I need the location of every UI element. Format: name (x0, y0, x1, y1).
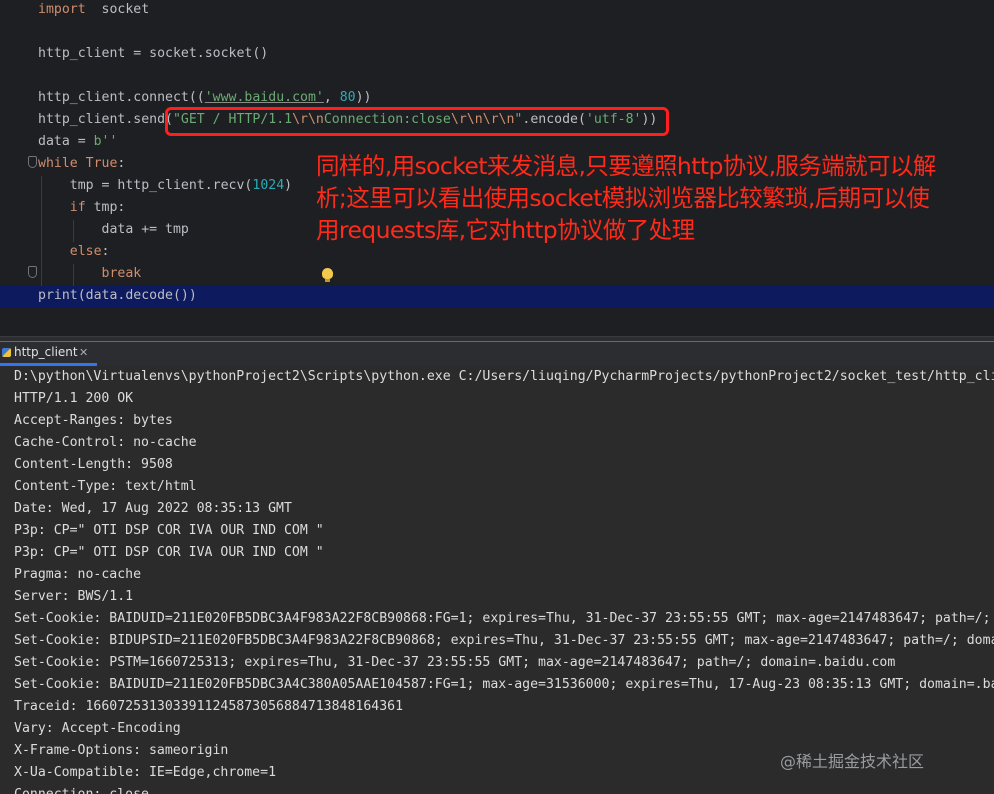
console-line: Set-Cookie: BAIDUID=211E020FB5DBC3A4F983… (14, 611, 991, 626)
console-line: Accept-Ranges: bytes (14, 413, 173, 428)
editor-footer (0, 312, 994, 336)
code-line-text: if tmp: (38, 197, 126, 219)
watermark: @稀土掘金技术社区 (780, 752, 925, 771)
console-line: Content-Type: text/html (14, 479, 197, 494)
code-token: break (101, 266, 142, 281)
annotation-highlight-box (165, 107, 669, 136)
console-line: Content-Length: 9508 (14, 457, 173, 472)
code-token: b'' (93, 134, 118, 149)
code-token: http_client.send( (38, 112, 173, 127)
console-line: Connection: close (14, 784, 149, 794)
code-line-text: data += tmp (38, 219, 189, 241)
console-line: Set-Cookie: BIDUPSID=211E020FB5DBC3A4F98… (14, 633, 994, 648)
indent-guide (73, 220, 74, 242)
python-file-icon (2, 348, 11, 357)
code-editor[interactable]: import socket http_client = socket.socket… (0, 0, 994, 336)
code-token: 80 (339, 90, 356, 105)
console-line: P3p: CP=" OTI DSP COR IVA OUR IND COM " (14, 523, 324, 538)
code-line-text: else: (38, 241, 110, 263)
code-token: tmp = http_client.recv( (38, 178, 253, 193)
code-token: http_client.connect(( (38, 90, 205, 105)
indent-guide (73, 264, 74, 286)
code-token: data = (38, 134, 94, 149)
console-line: Set-Cookie: PSTM=1660725313; expires=Thu… (14, 655, 896, 670)
code-line[interactable]: print(data.decode()) (0, 285, 994, 307)
code-token: , (323, 90, 340, 105)
console-line: P3p: CP=" OTI DSP COR IVA OUR IND COM " (14, 545, 324, 560)
code-line[interactable]: http_client = socket.socket() (0, 43, 994, 65)
code-token: else (69, 244, 102, 259)
code-token: )) (355, 90, 372, 105)
console-line: Pragma: no-cache (14, 567, 142, 582)
code-line-text: import socket (38, 0, 149, 21)
fold-marker-icon[interactable] (28, 156, 37, 168)
run-tool-window-tabbar: http_client ✕ (0, 341, 994, 367)
indent-guide (41, 176, 42, 286)
code-line-text: data = b'' (38, 131, 117, 153)
code-line-text: break (38, 263, 142, 285)
tab-label: http_client (14, 345, 78, 359)
code-token: ) (284, 178, 293, 193)
code-line-text: while True: (38, 153, 125, 175)
code-token: data += tmp (38, 222, 189, 237)
fold-marker-icon[interactable] (28, 266, 37, 278)
console-line: Traceid: 1660725313033911245873056884713… (14, 699, 404, 714)
code-line[interactable] (0, 65, 994, 87)
tab-http-client[interactable]: http_client ✕ (0, 342, 97, 366)
code-line-text: tmp = http_client.recv(1024) (38, 175, 292, 197)
code-token: while (38, 156, 78, 171)
console-line: X-Ua-Compatible: IE=Edge,chrome=1 (14, 765, 277, 780)
console-line: Set-Cookie: BAIDUID=211E020FB5DBC3A4C380… (14, 677, 994, 692)
code-line[interactable]: http_client.connect(('www.baidu.com', 80… (0, 87, 994, 109)
console-line: X-Frame-Options: sameorigin (14, 743, 229, 758)
code-token: tmp: (85, 200, 126, 215)
code-token: : (117, 156, 126, 171)
code-token: : (101, 244, 110, 259)
annotation-text: 同样的,用socket来发消息,只要遵照http协议,服务端就可以解 析;这里可… (316, 152, 936, 244)
code-line[interactable]: break (0, 263, 994, 285)
code-token: http_client = socket.socket() (38, 46, 269, 61)
code-token: print(data.decode()) (38, 288, 197, 303)
code-line[interactable]: import socket (0, 0, 994, 21)
run-console-output[interactable]: D:\python\Virtualenvs\pythonProject2\Scr… (0, 366, 994, 794)
code-token: if (69, 200, 86, 215)
code-token: 1024 (252, 178, 285, 193)
code-line-text: http_client.connect(('www.baidu.com', 80… (38, 87, 372, 109)
console-line: Server: BWS/1.1 (14, 589, 134, 604)
code-line-text: http_client = socket.socket() (38, 43, 268, 65)
code-line[interactable] (0, 21, 994, 43)
code-line-text: print(data.decode()) (38, 285, 197, 307)
code-token: 'www.baidu.com' (204, 90, 324, 105)
code-token: import (38, 2, 86, 17)
console-line: Cache-Control: no-cache (14, 435, 197, 450)
console-line: Date: Wed, 17 Aug 2022 08:35:13 GMT (14, 501, 292, 516)
close-icon[interactable]: ✕ (79, 342, 88, 363)
console-line: D:\python\Virtualenvs\pythonProject2\Scr… (14, 369, 994, 384)
code-token: socket (85, 2, 150, 17)
console-line: Vary: Accept-Encoding (14, 721, 181, 736)
console-line: HTTP/1.1 200 OK (14, 391, 134, 406)
lightbulb-icon[interactable] (322, 268, 333, 282)
code-token: True (85, 156, 118, 171)
